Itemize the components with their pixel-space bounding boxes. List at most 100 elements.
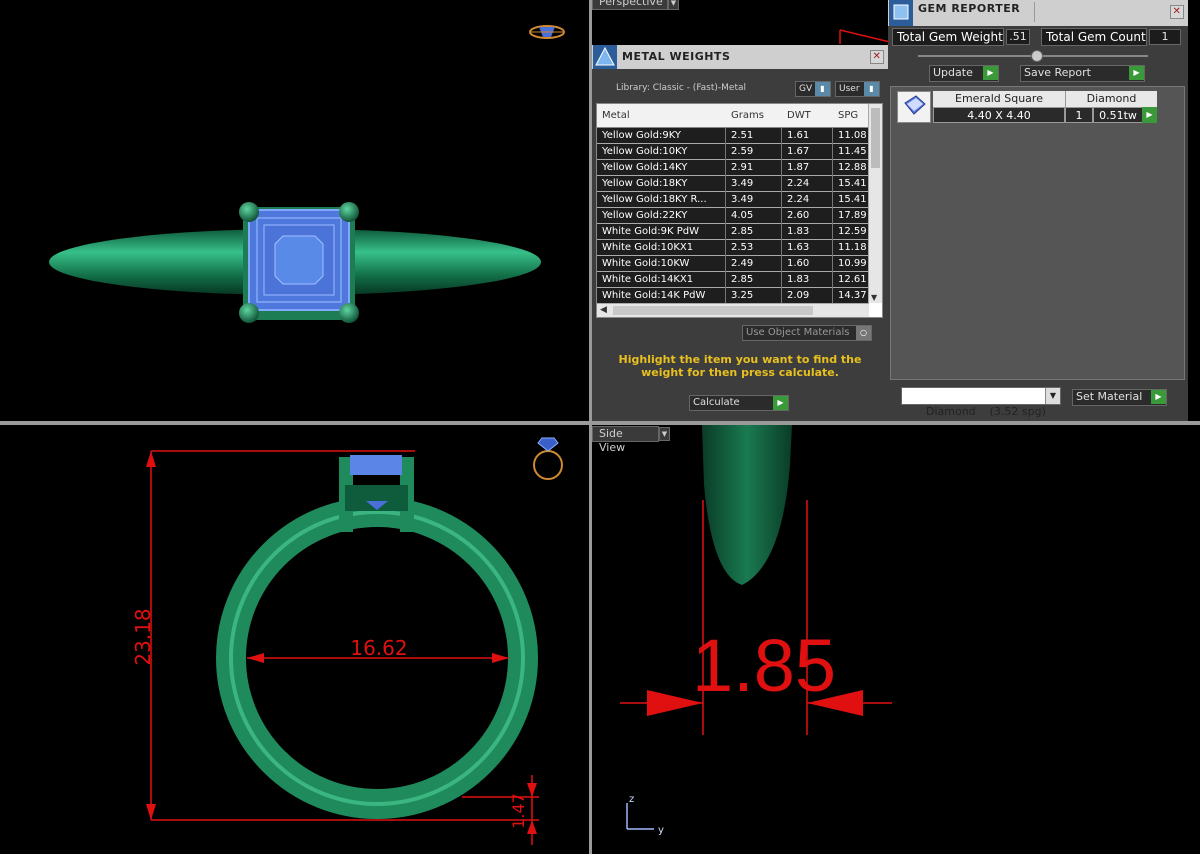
spg-cell: 17.89 — [838, 210, 867, 221]
perspective-view-dropdown[interactable]: ▼ — [668, 0, 679, 10]
metal-table-row[interactable]: Yellow Gold:18KY R... 3.49 2.24 15.41 — [597, 192, 869, 208]
metal-weights-table: Metal Grams DWT SPG Yellow Gold:9KY 2.51 1… — [596, 103, 883, 318]
update-label: Update — [933, 66, 973, 79]
spg-cell: 10.99 — [838, 258, 867, 269]
cad-workspace: 23.18 16.62 1.47 1.85 z y Perspective ▼ … — [0, 0, 1200, 854]
material-select-arrow-icon[interactable]: ▼ — [1045, 388, 1060, 404]
spg-cell: 12.88 — [838, 162, 867, 173]
material-select[interactable]: Diamond (3.52 spg) ▼ — [901, 387, 1061, 418]
spg-cell: 12.61 — [838, 274, 867, 285]
col-spg[interactable]: SPG — [838, 110, 858, 121]
cell-divider — [725, 176, 726, 192]
inner-diameter-dimension: 16.62 — [350, 636, 407, 660]
gv-toggle[interactable]: GV ▮ — [795, 81, 831, 97]
cell-divider — [725, 272, 726, 288]
metal-table-row[interactable]: White Gold:14K PdW 3.25 2.09 14.37 — [597, 288, 869, 304]
use-object-materials-toggle[interactable]: Use Object Materials ○ — [742, 325, 872, 341]
cell-divider — [725, 128, 726, 144]
gem-reporter-slider-knob[interactable] — [1031, 50, 1043, 62]
perspective-viewport[interactable] — [0, 0, 589, 421]
grams-cell: 2.85 — [731, 226, 754, 237]
col-metal[interactable]: Metal — [602, 110, 630, 121]
cell-divider — [832, 288, 833, 304]
front-ring-render: 23.18 16.62 1.47 — [131, 437, 563, 845]
side-viewport[interactable]: 1.85 z y — [592, 425, 1200, 854]
metal-table-row[interactable]: Yellow Gold:10KY 2.59 1.67 11.45 — [597, 144, 869, 160]
grams-cell: 2.85 — [731, 274, 754, 285]
cell-divider — [725, 192, 726, 208]
metal-weights-title: METAL WEIGHTS — [622, 50, 731, 63]
side-view-dropdown[interactable]: ▼ — [659, 427, 670, 441]
scroll-down-arrow-icon[interactable]: ▼ — [871, 293, 877, 302]
col-grams[interactable]: Grams — [731, 110, 764, 121]
dwt-cell: 2.24 — [787, 194, 810, 205]
total-gem-count-label: Total Gem Count — [1041, 28, 1147, 46]
metal-name-cell: Yellow Gold:9KY — [602, 130, 681, 141]
use-object-materials-label: Use Object Materials — [746, 327, 850, 338]
gem-reporter-titlebar[interactable]: GEM REPORTER ✕ — [888, 0, 1188, 26]
metal-table-header: Metal Grams DWT SPG — [597, 104, 869, 128]
metal-table-row[interactable]: Yellow Gold:9KY 2.51 1.61 11.08 — [597, 128, 869, 144]
front-viewport[interactable]: 23.18 16.62 1.47 — [0, 425, 589, 854]
metal-weights-titlebar[interactable]: METAL WEIGHTS ✕ — [592, 45, 888, 69]
cell-divider — [832, 160, 833, 176]
cell-divider — [725, 160, 726, 176]
view-cube-icon[interactable] — [529, 25, 565, 39]
gem-row[interactable]: Emerald Square Diamond 4.40 X 4.40 1 0.5… — [897, 91, 1157, 125]
gem-row-go-icon[interactable]: ▶ — [1142, 107, 1157, 123]
dwt-cell: 1.63 — [787, 242, 810, 253]
dwt-cell: 1.83 — [787, 274, 810, 285]
viewport-separator-horizontal[interactable] — [0, 421, 1200, 425]
scroll-left-arrow-icon[interactable]: ◀ — [600, 305, 607, 315]
spg-cell: 15.41 — [838, 178, 867, 189]
metal-name-cell: Yellow Gold:18KY — [602, 178, 688, 189]
grams-cell: 3.49 — [731, 194, 754, 205]
axis-indicator: z y — [626, 794, 664, 836]
metal-weights-close-icon[interactable]: ✕ — [870, 50, 884, 64]
gem-reporter-close-icon[interactable]: ✕ — [1170, 5, 1184, 19]
cell-divider — [725, 144, 726, 160]
metal-table-row[interactable]: White Gold:9K PdW 2.85 1.83 12.59 — [597, 224, 869, 240]
user-toggle[interactable]: User ▮ — [835, 81, 880, 97]
metal-name-cell: Yellow Gold:18KY R... — [602, 194, 707, 205]
dwt-cell: 2.24 — [787, 178, 810, 189]
cell-divider — [832, 224, 833, 240]
metal-table-row[interactable]: Yellow Gold:14KY 2.91 1.87 12.88 — [597, 160, 869, 176]
calculate-label: Calculate — [693, 397, 740, 408]
cell-divider — [781, 224, 782, 240]
ring-view-icon[interactable] — [533, 437, 563, 480]
band-bottom-dimension: 1.47 — [509, 793, 528, 829]
metal-name-cell: Yellow Gold:10KY — [602, 146, 688, 157]
dwt-cell: 1.87 — [787, 162, 810, 173]
total-gem-weight-label: Total Gem Weight — [892, 28, 1004, 46]
save-report-button[interactable]: Save Report ▶ — [1020, 65, 1145, 82]
cell-divider — [725, 208, 726, 224]
save-report-label: Save Report — [1024, 66, 1091, 79]
band-width-dimension: 1.85 — [692, 624, 836, 707]
set-material-button[interactable]: Set Material ▶ — [1072, 389, 1167, 406]
metal-table-row[interactable]: White Gold:14KX1 2.85 1.83 12.61 — [597, 272, 869, 288]
table-hscroll-thumb[interactable] — [613, 306, 813, 315]
metal-table-row[interactable]: Yellow Gold:18KY 3.49 2.24 15.41 — [597, 176, 869, 192]
col-dwt[interactable]: DWT — [787, 110, 811, 121]
metal-table-row[interactable]: White Gold:10KW 2.49 1.60 10.99 — [597, 256, 869, 272]
table-scroll-thumb[interactable] — [871, 108, 880, 168]
metal-table-row[interactable]: Yellow Gold:22KY 4.05 2.60 17.89 — [597, 208, 869, 224]
calculate-button[interactable]: Calculate ▶ — [689, 395, 789, 411]
metal-table-row[interactable]: White Gold:10KX1 2.53 1.63 11.18 — [597, 240, 869, 256]
update-button[interactable]: Update ▶ — [929, 65, 999, 82]
gem-list-area: Emerald Square Diamond 4.40 X 4.40 1 0.5… — [890, 86, 1185, 380]
dwt-cell: 1.60 — [787, 258, 810, 269]
table-horizontal-scrollbar[interactable]: ◀ — [597, 303, 869, 317]
grams-cell: 3.49 — [731, 178, 754, 189]
cell-divider — [832, 176, 833, 192]
spg-cell: 11.45 — [838, 146, 867, 157]
side-view-label[interactable]: Side View — [592, 426, 659, 454]
perspective-view-label[interactable]: Perspective — [592, 0, 668, 10]
dwt-cell: 1.83 — [787, 226, 810, 237]
user-label: User — [839, 84, 860, 94]
use-object-materials-icon: ○ — [856, 326, 871, 340]
cell-divider — [832, 144, 833, 160]
table-vertical-scrollbar[interactable]: ▼ — [868, 104, 882, 303]
metal-weights-logo-icon — [593, 45, 617, 69]
